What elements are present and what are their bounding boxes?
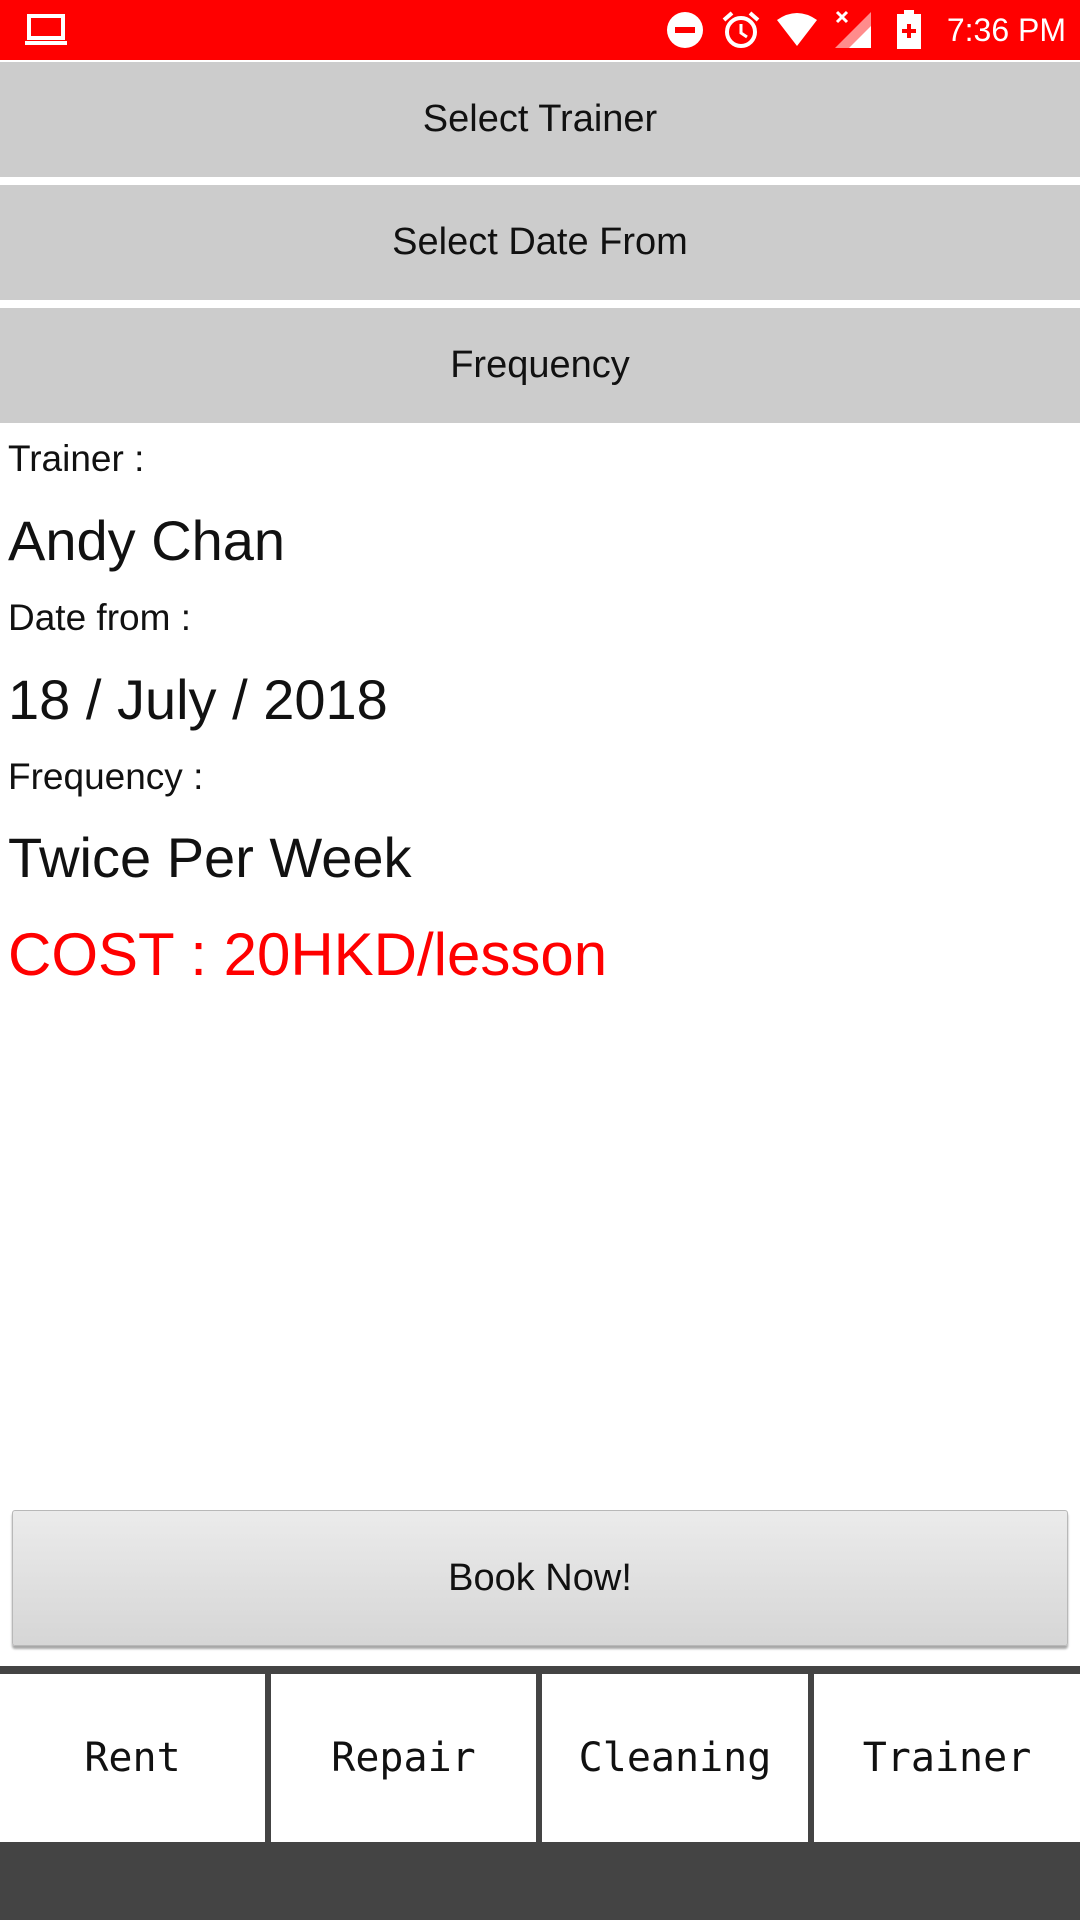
signal-icon bbox=[831, 8, 875, 52]
tab-cleaning[interactable]: Cleaning bbox=[542, 1674, 808, 1842]
status-bar: 7:36 PM bbox=[0, 0, 1080, 60]
select-date-from-button[interactable]: Select Date From bbox=[0, 185, 1080, 300]
book-now-button[interactable]: Book Now! bbox=[12, 1510, 1068, 1646]
system-navigation-bar bbox=[0, 1842, 1080, 1920]
wifi-icon bbox=[775, 8, 819, 52]
trainer-value: Andy Chan bbox=[8, 509, 286, 572]
tab-rent[interactable]: Rent bbox=[0, 1674, 265, 1842]
bottom-tab-bar: Rent Repair Cleaning Trainer bbox=[0, 1666, 1080, 1842]
date-from-value: 18 / July / 2018 bbox=[8, 668, 388, 731]
laptop-icon bbox=[24, 12, 68, 48]
trainer-label: Trainer : bbox=[8, 438, 145, 479]
status-time: 7:36 PM bbox=[946, 11, 1066, 48]
frequency-label: Frequency : bbox=[8, 756, 204, 797]
tab-repair[interactable]: Repair bbox=[271, 1674, 536, 1842]
alarm-icon bbox=[719, 8, 763, 52]
do-not-disturb-icon bbox=[663, 8, 707, 52]
battery-icon bbox=[887, 8, 931, 52]
date-from-label: Date from : bbox=[8, 597, 191, 638]
frequency-value: Twice Per Week bbox=[8, 826, 412, 889]
tab-trainer[interactable]: Trainer bbox=[814, 1674, 1080, 1842]
select-trainer-button[interactable]: Select Trainer bbox=[0, 62, 1080, 177]
frequency-button[interactable]: Frequency bbox=[0, 308, 1080, 423]
cost-text: COST : 20HKD/lesson bbox=[8, 921, 608, 988]
